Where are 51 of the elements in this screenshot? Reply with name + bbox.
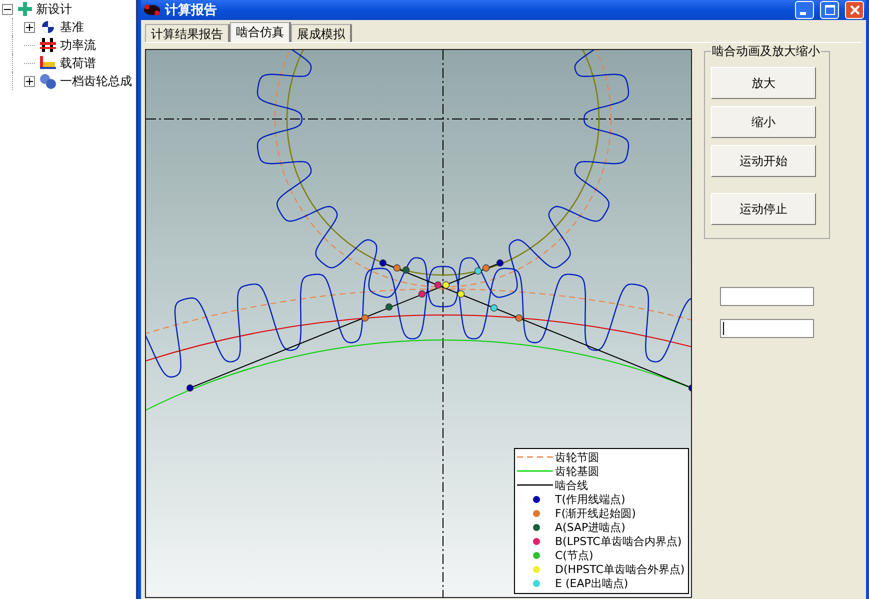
mesh-point — [515, 314, 523, 322]
mesh-point — [385, 303, 393, 311]
close-button[interactable] — [845, 1, 864, 19]
mesh-point — [490, 304, 498, 312]
mesh-point — [418, 290, 426, 298]
mesh-point — [186, 384, 194, 392]
maximize-icon — [824, 5, 834, 15]
window-title: 计算报告 — [165, 2, 217, 19]
expand-icon[interactable] — [24, 76, 35, 86]
tab[interactable]: 啮合仿真 — [230, 22, 291, 42]
legend-label: E (EAP出啮点) — [555, 576, 628, 590]
node-icon — [17, 1, 33, 17]
node-icon — [39, 73, 57, 89]
tree-item[interactable]: 基准 — [60, 18, 84, 36]
tab[interactable]: 展成模拟 — [291, 24, 352, 42]
action-button[interactable]: 缩小 — [711, 106, 816, 138]
legend-label: T(作用线端点) — [555, 492, 626, 506]
legend-label: C(节点) — [555, 548, 594, 562]
mesh-point — [496, 259, 504, 267]
minimize-button[interactable] — [795, 1, 814, 19]
tree-item[interactable]: 载荷谱 — [60, 54, 96, 72]
legend-label: 齿轮基圆 — [555, 464, 599, 478]
tab[interactable]: 计算结果报告 — [145, 24, 230, 42]
legend-label: 齿轮节圆 — [555, 450, 599, 464]
node-icon — [39, 19, 57, 35]
tree-item[interactable]: 一档齿轮总成 — [60, 72, 132, 90]
tree-item[interactable]: 功率流 — [60, 36, 96, 54]
legend-label: F(渐开线起始圆) — [555, 506, 636, 520]
mesh-point — [688, 384, 691, 392]
mesh-point — [379, 259, 387, 267]
legend-label: D(HPSTC单齿啮合外界点) — [555, 562, 685, 576]
action-button[interactable]: 运动停止 — [711, 193, 816, 225]
action-button[interactable]: 运动开始 — [711, 145, 816, 177]
app-icon — [143, 3, 161, 17]
input-field[interactable] — [720, 319, 814, 338]
mesh-point — [361, 314, 369, 322]
expand-icon[interactable] — [24, 22, 35, 32]
minimize-icon — [800, 12, 806, 15]
legend-label: B(LPSTC单齿啮合内界点) — [555, 534, 682, 548]
input-field[interactable] — [720, 287, 814, 306]
collapse-icon[interactable] — [2, 4, 13, 14]
group-title: 啮合动画及放大缩小 — [711, 43, 821, 60]
legend-label: A(SAP进啮点) — [555, 520, 626, 534]
maximize-button[interactable] — [820, 1, 839, 19]
node-icon — [39, 37, 57, 53]
legend-label: 啮合线 — [555, 478, 588, 492]
action-button[interactable]: 放大 — [711, 67, 816, 99]
close-icon — [850, 5, 860, 15]
mesh-point — [457, 290, 465, 298]
tree-item[interactable]: 新设计 — [36, 0, 72, 18]
node-icon — [39, 55, 57, 71]
